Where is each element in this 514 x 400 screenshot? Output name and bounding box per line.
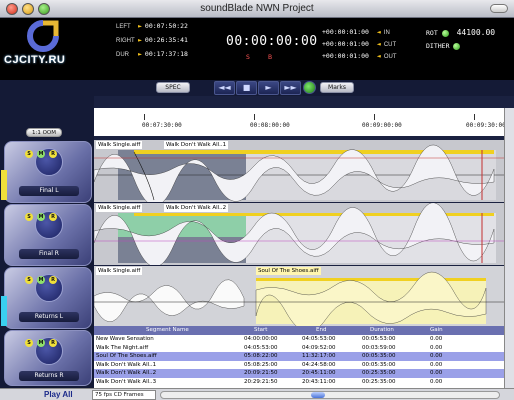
tc-r2: +00:00:01:00 ◄ CUT <box>322 40 397 48</box>
ruler-label: 00:08:00:00 <box>250 122 290 129</box>
marks-button[interactable]: Marks <box>320 82 354 93</box>
fast-forward-button[interactable]: ►► <box>280 81 301 95</box>
waveform-3 <box>94 266 504 326</box>
table-row-selected[interactable]: Soul Of The Shoes.aiff 05:08:22:00 11:32… <box>94 352 504 361</box>
clip-label[interactable]: Walk Don't Walk All..1 <box>164 141 229 149</box>
transport-bar: SPEC ◄◄ ■ ► ►► Marks <box>0 80 514 96</box>
ruler-tick <box>474 114 475 120</box>
mute-icon[interactable]: M <box>37 339 45 347</box>
track-color-accent <box>1 296 7 326</box>
dither-indicator: DITHER <box>426 42 461 50</box>
transport-header: CJCITY.RU LEFT ► 00:07:50:22 RIGHT ► 00:26:3… <box>0 18 514 80</box>
dither-led-icon[interactable] <box>453 42 461 50</box>
window-title: soundBlade NWN Project <box>200 3 314 14</box>
col-header-start[interactable]: Start <box>254 327 267 333</box>
track-head-4[interactable]: S M R Returns R <box>4 330 92 386</box>
vertical-scrollbar[interactable] <box>504 108 514 398</box>
spec-button[interactable]: SPEC <box>156 82 190 93</box>
timeline-ruler[interactable]: 00:07:30:00 00:08:00:00 00:09:00:00 00:0… <box>94 108 506 136</box>
rewind-button[interactable]: ◄◄ <box>214 81 235 95</box>
stop-button[interactable]: ■ <box>236 81 257 95</box>
track-lane-2[interactable]: Walk Single.aiff Walk Don't Walk All..2 <box>94 203 504 265</box>
main-timecode: 00:00:00:00 <box>226 34 318 49</box>
logo-mark-icon <box>27 20 59 52</box>
sb-b-label: B <box>268 54 273 61</box>
play-button[interactable]: ► <box>258 81 279 95</box>
site-logo: CJCITY.RU <box>4 20 88 78</box>
col-header-name[interactable]: Segment Name <box>146 327 189 333</box>
scroll-thumb[interactable] <box>311 392 325 398</box>
col-header-duration[interactable]: Duration <box>370 327 394 333</box>
record-button[interactable] <box>303 81 316 94</box>
title-bar: soundBlade NWN Project <box>0 0 514 18</box>
ruler-tick <box>254 114 255 120</box>
track-head-3[interactable]: S M R Returns L <box>1 267 92 329</box>
clip-label[interactable]: Walk Single.aiff <box>96 267 143 275</box>
record-arm-icon[interactable]: R <box>49 150 57 158</box>
waveform-1 <box>94 140 504 202</box>
solo-icon[interactable]: S <box>25 276 33 284</box>
clip-label[interactable]: Walk Don't Walk All..2 <box>164 204 229 212</box>
clip-label[interactable]: Walk Single.aiff <box>96 141 143 149</box>
table-row-selected[interactable]: Walk Don't Walk All..2 20:09:21:50 20:45… <box>94 369 504 378</box>
rate-led-icon <box>441 29 449 37</box>
mute-icon[interactable]: M <box>37 213 45 221</box>
zoom-dropdown[interactable]: 1:1 OOM <box>26 128 62 137</box>
track-color-accent <box>1 170 7 200</box>
table-row[interactable]: Walk Don't Walk All..1 05:08:25:00 04:24… <box>94 361 504 370</box>
waveform-2 <box>94 203 504 265</box>
table-row[interactable]: Walk Don't Walk All..3 20:29:21:50 20:43… <box>94 378 504 387</box>
solo-icon[interactable]: S <box>25 150 33 158</box>
track-head-2[interactable]: S M R Final R <box>4 204 92 266</box>
table-row[interactable]: Walk The Night.aiff 04:05:53:00 04:09:52… <box>94 344 504 353</box>
ruler-label: 00:07:30:00 <box>142 122 182 129</box>
track-name[interactable]: Final R <box>19 249 79 259</box>
ruler-label: 00:09:30:00 <box>466 122 506 129</box>
mute-icon[interactable]: M <box>37 276 45 284</box>
tc-right: RIGHT ► 00:26:35:41 <box>116 36 188 44</box>
table-row[interactable]: New Wave Sensation 04:00:00:00 04:05:53:… <box>94 335 504 344</box>
record-arm-icon[interactable]: R <box>49 213 57 221</box>
track-name[interactable]: Final L <box>19 186 79 196</box>
play-all-button[interactable]: Play All <box>44 390 73 399</box>
ruler-tick <box>374 114 375 120</box>
mute-icon[interactable]: M <box>37 150 45 158</box>
track-head-1[interactable]: S M R Final L <box>1 141 92 203</box>
logo-text: CJCITY.RU <box>4 54 66 66</box>
track-lane-1[interactable]: Walk Single.aiff Walk Don't Walk All..1 <box>94 140 504 202</box>
track-name[interactable]: Returns R <box>19 371 79 381</box>
ruler-label: 00:09:00:00 <box>362 122 402 129</box>
col-header-end[interactable]: End <box>316 327 326 333</box>
solo-icon[interactable]: S <box>25 339 33 347</box>
rate-indicator: ROT 44100.00 <box>426 28 496 37</box>
segment-table: Segment Name Start End Duration Gain New… <box>94 326 504 388</box>
record-arm-icon[interactable]: R <box>49 276 57 284</box>
clip-label[interactable]: Soul Of The Shoes.aiff <box>256 267 321 275</box>
col-header-gain[interactable]: Gain <box>430 327 443 333</box>
toolbar-toggle-button[interactable] <box>490 4 508 13</box>
ruler-tick <box>144 114 145 120</box>
track-lane-3[interactable]: Walk Single.aiff Soul Of The Shoes.aiff <box>94 266 504 326</box>
horizontal-scrollbar[interactable] <box>160 391 500 399</box>
table-header-row: Segment Name Start End Duration Gain <box>94 326 504 335</box>
track-name[interactable]: Returns L <box>19 312 79 322</box>
tc-r3: +00:00:01:00 ◄ OUT <box>322 52 397 60</box>
record-arm-icon[interactable]: R <box>49 339 57 347</box>
tc-dur: DUR ► 00:17:37:18 <box>116 50 188 58</box>
tc-left: LEFT ► 00:07:50:22 <box>116 22 188 30</box>
tc-r1: +00:00:01:00 ◄ IN <box>322 28 390 36</box>
bottom-bar: Play All 75 fps CD Frames <box>0 388 514 400</box>
fps-select[interactable]: 75 fps CD Frames <box>92 390 156 400</box>
sb-s-label: S <box>246 54 250 61</box>
clip-label[interactable]: Walk Single.aiff <box>96 204 143 212</box>
solo-icon[interactable]: S <box>25 213 33 221</box>
